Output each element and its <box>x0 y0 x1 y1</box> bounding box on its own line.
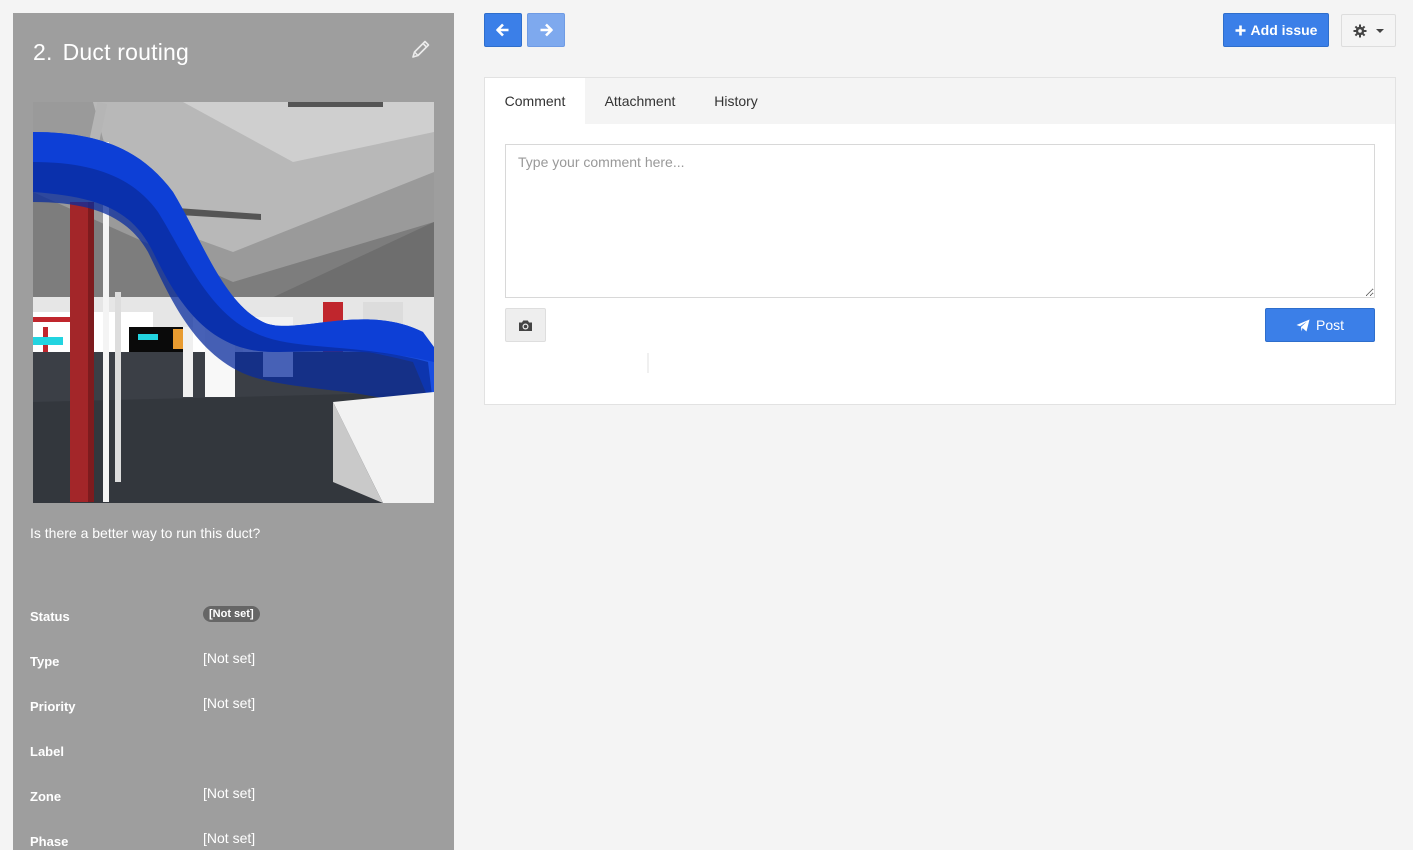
priority-row: Priority [Not set] <box>30 695 430 716</box>
tab-comment[interactable]: Comment <box>485 78 585 124</box>
send-icon <box>1296 319 1310 331</box>
type-row: Type [Not set] <box>30 650 430 671</box>
tab-history[interactable]: History <box>695 78 777 124</box>
post-button[interactable]: Post <box>1265 308 1375 342</box>
status-label: Status <box>30 609 70 624</box>
pencil-icon[interactable] <box>409 37 433 61</box>
camera-button[interactable] <box>505 308 546 342</box>
arrow-right-icon <box>540 23 553 37</box>
issue-detail-panel: 2. Duct routing Is there a better way to… <box>13 13 454 850</box>
priority-label: Priority <box>30 699 76 714</box>
post-label: Post <box>1315 317 1344 333</box>
add-issue-label: Add issue <box>1250 22 1318 38</box>
zone-row: Zone [Not set] <box>30 785 430 806</box>
comment-input[interactable] <box>505 144 1375 298</box>
issue-snapshot-image[interactable] <box>33 102 434 503</box>
caret-down-icon <box>1375 28 1384 33</box>
priority-value[interactable]: [Not set] <box>203 695 255 711</box>
label-row: Label <box>30 741 430 761</box>
phase-value[interactable]: [Not set] <box>203 830 255 846</box>
phase-row: Phase [Not set] <box>30 830 430 850</box>
issue-description: Is there a better way to run this duct? <box>30 525 261 541</box>
tab-attachment[interactable]: Attachment <box>585 78 695 124</box>
type-value[interactable]: [Not set] <box>203 650 255 666</box>
type-label: Type <box>30 654 60 669</box>
camera-icon <box>519 320 532 331</box>
gear-icon <box>1353 24 1366 37</box>
status-row: Status [Not set] <box>30 606 430 626</box>
add-issue-button[interactable]: Add issue <box>1223 13 1329 47</box>
zone-value[interactable]: [Not set] <box>203 785 255 801</box>
arrow-left-icon <box>496 23 509 37</box>
settings-dropdown-button[interactable] <box>1341 14 1396 47</box>
zone-label: Zone <box>30 789 62 804</box>
status-badge[interactable]: [Not set] <box>203 606 260 622</box>
issue-title-text: Duct routing <box>62 39 190 65</box>
previous-issue-button[interactable] <box>484 13 522 47</box>
plus-icon <box>1235 25 1246 35</box>
tab-bar: Comment Attachment History <box>485 78 1395 124</box>
divider <box>647 353 649 373</box>
phase-label: Phase <box>30 834 69 849</box>
label-label: Label <box>30 744 64 759</box>
issue-number: 2. <box>33 39 53 65</box>
next-issue-button[interactable] <box>527 13 565 47</box>
comment-panel: Comment Attachment History Post <box>484 77 1396 405</box>
issue-title: 2. Duct routing <box>33 39 189 66</box>
